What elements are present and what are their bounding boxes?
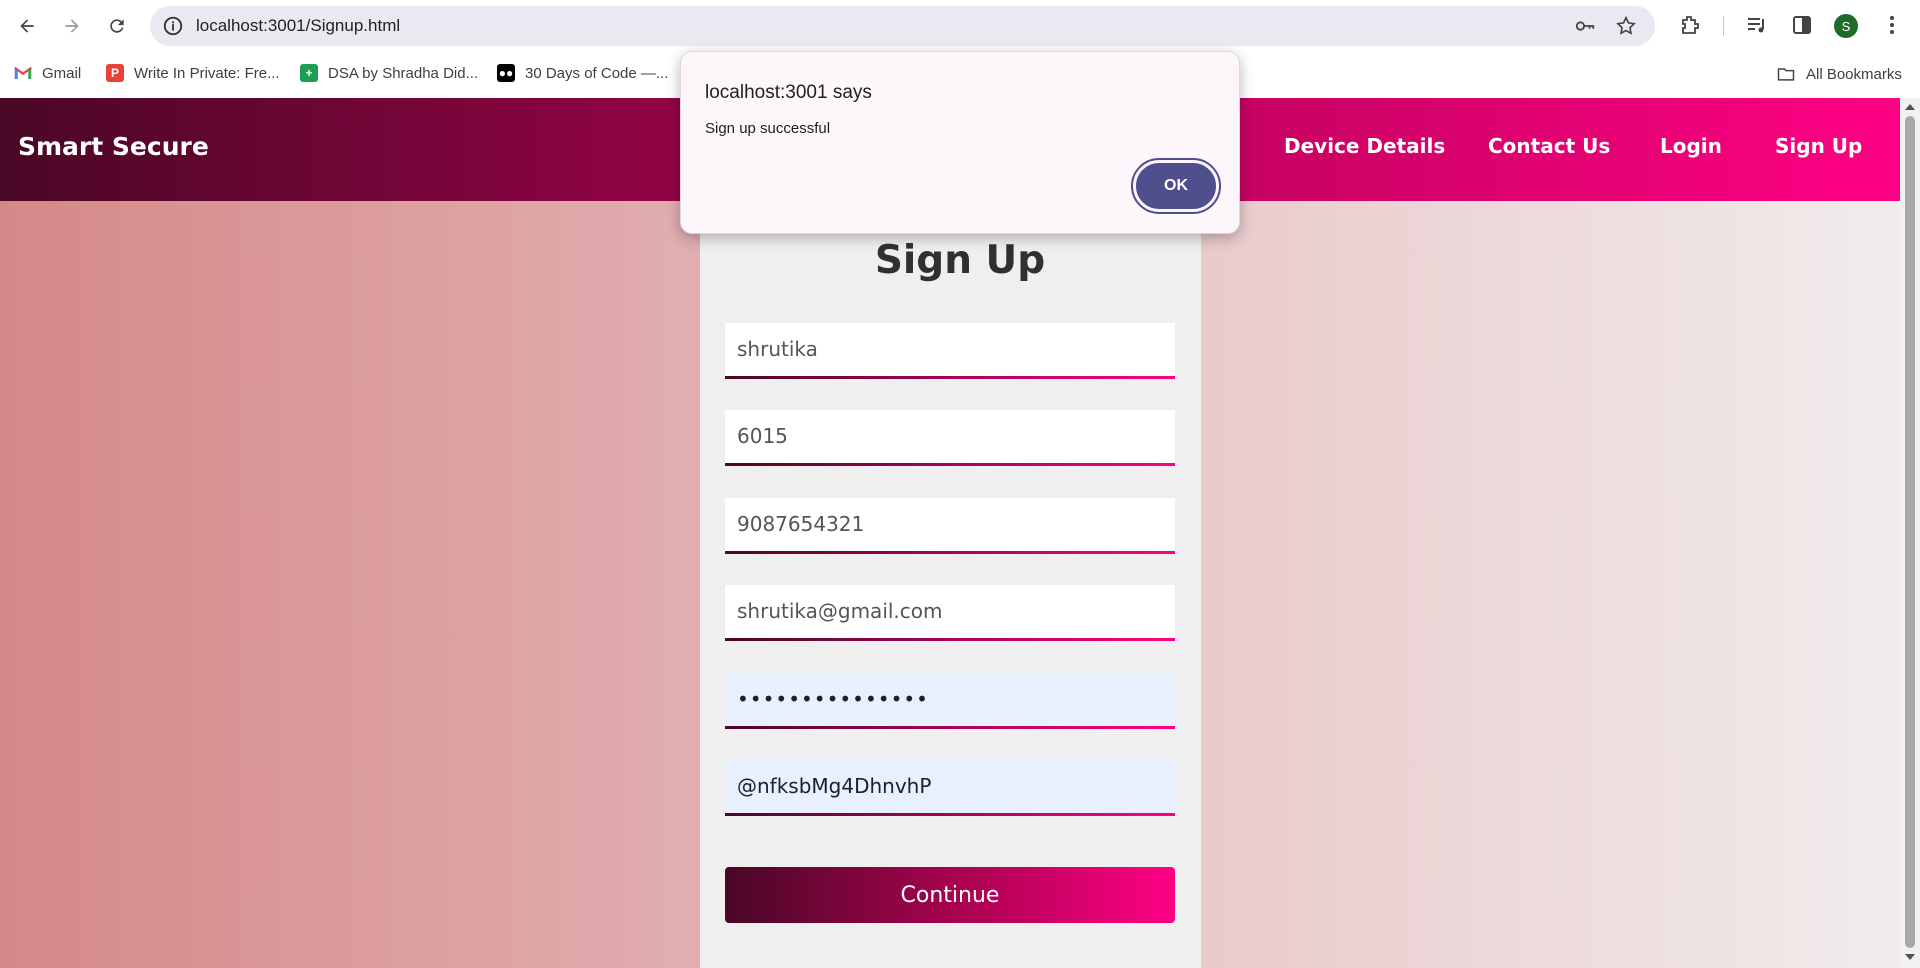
- toolbar-divider: [1723, 16, 1724, 36]
- bookmark-write-in-private[interactable]: P Write In Private: Fre...: [106, 64, 280, 82]
- name-input-value: shrutika: [737, 337, 818, 361]
- url-text: localhost:3001/Signup.html: [196, 16, 401, 35]
- signup-title: Sign Up: [874, 238, 1046, 283]
- confirm-password-input-value: @nfksbMg4DhnvhP: [737, 774, 932, 798]
- profile-avatar[interactable]: S: [1834, 14, 1858, 38]
- email-input[interactable]: shrutika@gmail.com: [725, 585, 1175, 641]
- scroll-down-arrow-icon[interactable]: [1905, 954, 1915, 960]
- phone-input-value: 9087654321: [737, 512, 865, 536]
- forward-button[interactable]: [56, 10, 88, 42]
- medium-icon: ●●: [497, 64, 515, 82]
- folder-icon: [1777, 68, 1795, 81]
- extensions-icon[interactable]: [1678, 13, 1702, 37]
- site-info-icon[interactable]: [162, 15, 184, 37]
- bookmark-label: DSA by Shradha Did...: [328, 64, 479, 82]
- gmail-icon: [14, 64, 32, 82]
- all-bookmarks-label: All Bookmarks: [1806, 65, 1902, 83]
- bookmark-dsa[interactable]: + DSA by Shradha Did...: [300, 64, 478, 82]
- continue-button[interactable]: Continue: [725, 867, 1175, 923]
- alert-dialog-message: Sign up successful: [705, 120, 831, 137]
- forward-arrow-icon: [65, 19, 79, 33]
- bookmark-gmail[interactable]: Gmail: [14, 64, 81, 82]
- all-bookmarks[interactable]: All Bookmarks: [1776, 64, 1902, 84]
- back-button[interactable]: [11, 10, 43, 42]
- password-key-icon[interactable]: [1574, 15, 1596, 37]
- name-input[interactable]: shrutika: [725, 323, 1175, 379]
- alert-dialog-title: localhost:3001 says: [705, 82, 872, 103]
- page-scrollbar[interactable]: [1900, 98, 1920, 968]
- password-input[interactable]: •••••••••••••••: [725, 673, 1175, 729]
- menu-kebab-icon[interactable]: [1880, 13, 1904, 37]
- alert-dialog: localhost:3001 says Sign up successful O…: [680, 51, 1240, 234]
- bookmark-star-icon[interactable]: [1615, 15, 1637, 37]
- nav-contact-us[interactable]: Contact Us: [1488, 134, 1610, 158]
- bookmark-30-days-of-code[interactable]: ●● 30 Days of Code —...: [497, 64, 668, 82]
- bookmark-label: Gmail: [42, 64, 82, 82]
- sheets-icon: +: [300, 64, 318, 82]
- reload-icon: [110, 19, 124, 33]
- scroll-up-arrow-icon[interactable]: [1905, 104, 1915, 110]
- phone-input[interactable]: 9087654321: [725, 498, 1175, 554]
- bookmark-label: Write In Private: Fre...: [134, 64, 280, 82]
- email-input-value: shrutika@gmail.com: [737, 599, 943, 623]
- back-arrow-icon: [20, 19, 34, 33]
- site-brand[interactable]: Smart Secure: [18, 132, 209, 161]
- pin-input-value: 6015: [737, 424, 788, 448]
- reload-button[interactable]: [101, 10, 133, 42]
- media-controls-icon[interactable]: [1745, 13, 1769, 37]
- pin-input[interactable]: 6015: [725, 410, 1175, 466]
- nav-login[interactable]: Login: [1660, 134, 1722, 158]
- nav-sign-up[interactable]: Sign Up: [1775, 134, 1862, 158]
- confirm-password-input[interactable]: @nfksbMg4DhnvhP: [725, 760, 1175, 816]
- scroll-thumb[interactable]: [1905, 116, 1915, 948]
- side-panel-icon[interactable]: [1790, 13, 1814, 37]
- password-input-value: •••••••••••••••: [737, 687, 929, 711]
- nav-device-details[interactable]: Device Details: [1284, 134, 1445, 158]
- ok-button[interactable]: OK: [1131, 158, 1221, 214]
- bookmark-label: 30 Days of Code —...: [525, 64, 669, 82]
- write-in-private-icon: P: [106, 64, 124, 82]
- browser-toolbar: localhost:3001/Signup.html S: [0, 0, 1920, 52]
- address-bar[interactable]: localhost:3001/Signup.html: [150, 6, 1655, 46]
